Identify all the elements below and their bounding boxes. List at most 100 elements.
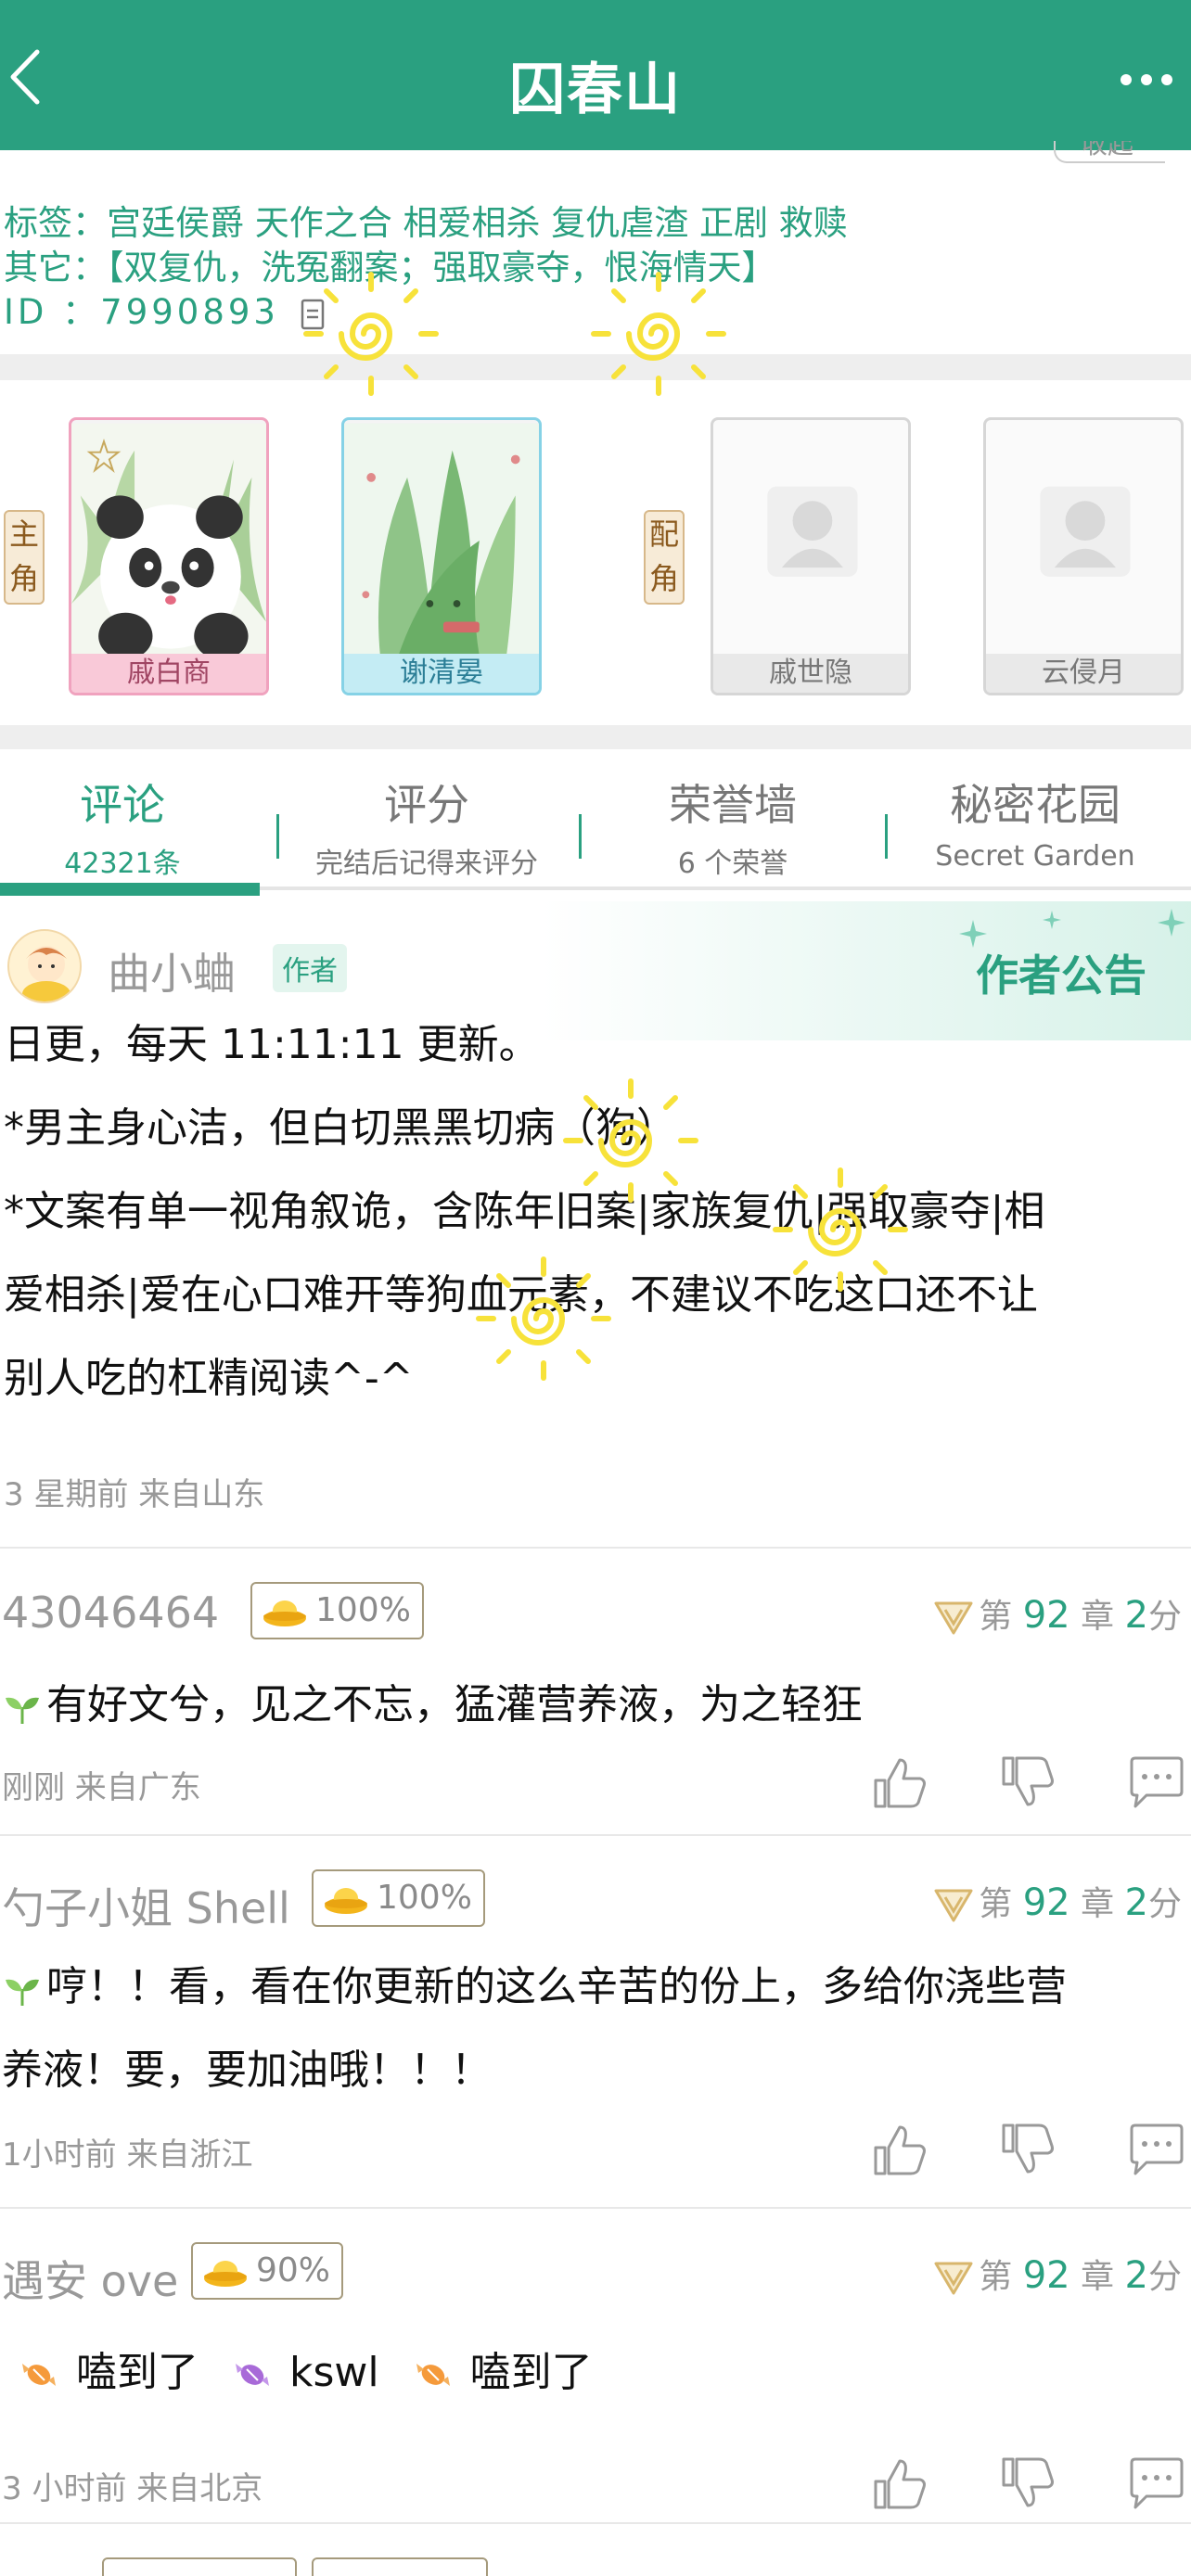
chapter-score: 2 <box>1124 1594 1148 1637</box>
tab-subtitle: Secret Garden <box>935 840 1135 873</box>
more-options-icon[interactable] <box>1119 70 1174 89</box>
candy-icon <box>22 2364 56 2386</box>
rating-value: 90% <box>256 2251 331 2289</box>
character-card[interactable]: 云侵月 <box>983 417 1184 695</box>
tab-secret-garden[interactable]: 秘密花园 Secret Garden <box>887 772 1184 873</box>
character-name: 戚白商 <box>71 654 266 693</box>
thumbs-up-icon[interactable] <box>870 2454 929 2513</box>
tab-rating[interactable]: 评分 完结后记得来评分 <box>278 772 575 881</box>
character-name: 云侵月 <box>986 654 1181 693</box>
thumbs-down-icon[interactable] <box>998 1753 1057 1812</box>
tab-subtitle: 42321条 <box>64 848 181 880</box>
panda-portrait-icon <box>71 423 266 659</box>
commenter-name[interactable]: 勺子小姐 Shell <box>2 1875 290 1936</box>
tab-subtitle: 6 个荣誉 <box>677 848 788 880</box>
comment-text: 有好文兮，见之不忘，猛灌营养液，为之轻狂 <box>2 1664 863 1747</box>
character-card[interactable]: 戚世隐 <box>711 417 911 695</box>
score-unit: 分 <box>1147 1598 1182 1636</box>
thumbs-up-icon[interactable] <box>870 2120 929 2179</box>
reply-bubble-icon[interactable] <box>1126 2454 1185 2513</box>
rating-badge: 100% <box>250 1582 424 1639</box>
thumbs-down-icon[interactable] <box>998 2120 1057 2179</box>
active-tab-indicator <box>0 883 260 896</box>
tab-title: 荣誉墙 <box>669 780 797 830</box>
chapter-number: 92 <box>1022 1881 1070 1924</box>
chapter-number: 92 <box>1022 2254 1070 2297</box>
leaves-portrait-icon <box>344 423 539 657</box>
rating-badge-partial <box>312 2557 488 2576</box>
character-name: 谢清晏 <box>344 654 539 693</box>
chapter-prefix: 第 <box>979 1598 1013 1636</box>
commenter-name[interactable]: 43046464 <box>2 1588 219 1638</box>
author-avatar-icon <box>22 946 70 1001</box>
tab-title: 评分 <box>384 780 469 830</box>
sun-doodle-icon <box>591 272 726 396</box>
main-role-tag: 主 角 <box>4 510 45 605</box>
author-badge: 作者 <box>273 944 347 992</box>
sparkle-icon <box>1043 911 1061 929</box>
supporting-role-tag: 配 角 <box>644 510 685 605</box>
page-title: 囚春山 <box>509 57 682 122</box>
default-avatar-icon <box>767 486 858 577</box>
chapter-score: 2 <box>1124 1881 1148 1924</box>
chapter-rating: 第 92 章 2分 <box>932 2250 1182 2298</box>
comment-text: 哼！！看，看在你更新的这么辛苦的份上，多给你浇些营 养液！要，要加油哦！！！ <box>2 1945 1067 2112</box>
commenter-name[interactable]: 遇安 ove <box>2 2248 178 2309</box>
comment-actions <box>870 2120 1185 2179</box>
thumbs-up-icon[interactable] <box>870 1753 929 1812</box>
rating-badge-partial <box>102 2557 297 2576</box>
comment-meta: 1小时前 来自浙江 <box>2 2136 253 2174</box>
notice-meta: 3 星期前 来自山东 <box>4 1476 265 1513</box>
tab-subtitle: 完结后记得来评分 <box>315 848 538 880</box>
chapter-label: 章 <box>1081 1885 1115 1923</box>
author-notice: 曲小蛐 作者 作者公告 日更，每天 11:11:11 更新。 *男主身心洁，但白… <box>0 901 1191 1541</box>
comment-meta: 3 小时前 来自北京 <box>2 2470 263 2507</box>
tab-comments[interactable]: 评论 42321条 <box>0 772 271 881</box>
tab-title: 秘密花园 <box>950 780 1121 830</box>
collapse-label: 收起 <box>1082 141 1134 159</box>
tab-honor-wall[interactable]: 荣誉墙 6 个荣誉 <box>584 772 881 881</box>
gold-ingot-icon <box>263 1600 306 1626</box>
tags-line: 标签：宫廷侯爵 天作之合 相爱相杀 复仇虐渣 正剧 救赎 <box>4 203 848 243</box>
reply-bubble-icon[interactable] <box>1126 1753 1185 1812</box>
comment-text: 嗑到了 kswl 嗑到了 <box>17 2331 593 2415</box>
vip-badge-icon <box>934 2262 973 2295</box>
collapse-button[interactable]: 收起 <box>1054 141 1165 163</box>
comment-item: 勺子小姐 Shell 100% 第 92 章 2分 哼！！看，看在你更新的这么辛… <box>0 1834 1191 2207</box>
support-role-char-2: 角 <box>648 561 679 596</box>
top-nav-bar: 囚春山 <box>0 0 1191 150</box>
vip-badge-icon <box>934 1601 973 1635</box>
comment-actions <box>870 2454 1185 2513</box>
reply-bubble-icon[interactable] <box>1126 2120 1185 2179</box>
author-avatar[interactable] <box>7 929 82 1003</box>
character-card[interactable]: 谢清晏 <box>341 417 542 695</box>
chapter-prefix: 第 <box>979 1885 1013 1923</box>
candy-icon <box>236 2364 269 2386</box>
thumbs-down-icon[interactable] <box>998 2454 1057 2513</box>
sun-doodle-icon <box>303 272 439 396</box>
sprout-icon <box>6 1979 39 2006</box>
section-divider <box>0 725 1191 749</box>
vip-badge-icon <box>934 1889 973 1922</box>
gold-ingot-icon <box>325 1888 367 1914</box>
comment-segment: kswl <box>289 2349 379 2396</box>
default-avatar-icon <box>1040 486 1131 577</box>
comment-item: 遇安 ove 90% 第 92 章 2分 嗑到了 kswl 嗑到了 3 小时前 … <box>0 2207 1191 2522</box>
comment-line: 哼！！看，看在你更新的这么辛苦的份上，多给你浇些营 <box>46 1963 1067 2010</box>
notice-title: 作者公告 <box>976 950 1146 1001</box>
chapter-label: 章 <box>1081 1598 1115 1636</box>
tab-bar: 评论 42321条 评分 完结后记得来评分 荣誉墙 6 个荣誉 秘密花园 Sec… <box>0 749 1191 899</box>
comment-meta: 刚刚 来自广东 <box>2 1769 201 1806</box>
comment-segment: 嗑到了 <box>76 2349 198 2396</box>
author-name[interactable]: 曲小蛐 <box>108 940 236 1001</box>
support-role-char-1: 配 <box>648 516 679 552</box>
tab-underline <box>0 883 1191 896</box>
rating-badge: 100% <box>312 1869 485 1927</box>
chapter-rating: 第 92 章 2分 <box>932 1877 1182 1925</box>
main-role-char-2: 角 <box>8 561 39 596</box>
chapter-prefix: 第 <box>979 2258 1013 2296</box>
character-card[interactable]: 戚白商 <box>69 417 269 695</box>
score-unit: 分 <box>1147 2258 1182 2296</box>
sparkle-icon <box>1158 909 1185 937</box>
tab-title: 评论 <box>80 780 165 830</box>
